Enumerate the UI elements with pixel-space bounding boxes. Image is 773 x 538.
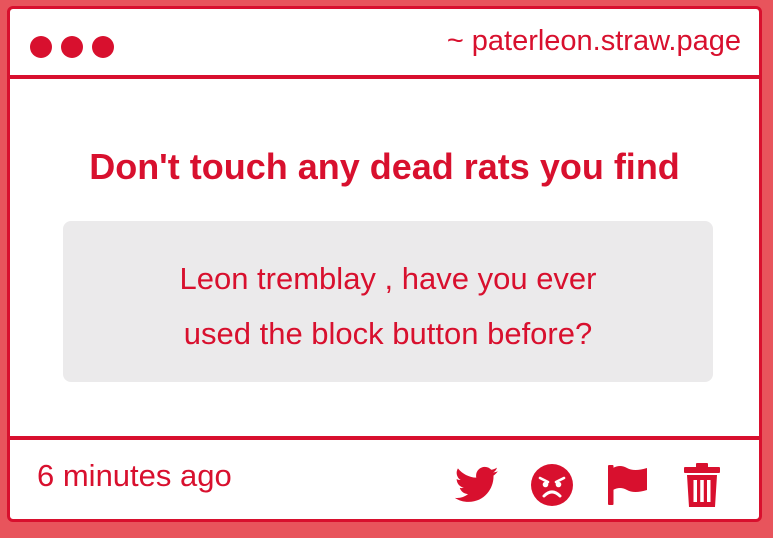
window-dots (30, 36, 114, 58)
window-dot-3 (92, 36, 114, 58)
site-url[interactable]: ~ paterleon.straw.page (447, 25, 741, 58)
post-title: Don't touch any dead rats you find (89, 146, 680, 187)
message-line-2: used the block button before? (183, 316, 593, 351)
url-prefix: ~ (446, 25, 464, 57)
twitter-icon (455, 466, 499, 502)
window-dot-1 (30, 36, 52, 58)
angry-face-icon (531, 464, 573, 506)
delete-button[interactable] (679, 462, 725, 508)
share-twitter-button[interactable] (454, 462, 500, 508)
window-dot-2 (61, 36, 83, 58)
message-line-1: Leon tremblay , have you ever (179, 261, 597, 296)
report-button[interactable] (604, 462, 650, 508)
post-footer: 6 minutes ago (10, 436, 759, 519)
post-card: ~ paterleon.straw.page Don't touch any de… (7, 6, 762, 522)
timestamp: 6 minutes ago (37, 458, 232, 493)
flag-icon (608, 465, 647, 505)
action-bar (454, 462, 725, 508)
react-angry-button[interactable] (529, 462, 575, 508)
window-titlebar: ~ paterleon.straw.page (10, 9, 759, 79)
url-text: paterleon.straw.page (471, 25, 741, 57)
trash-icon (684, 463, 720, 507)
message-box: Leon tremblay , have you ever used the b… (63, 221, 713, 382)
